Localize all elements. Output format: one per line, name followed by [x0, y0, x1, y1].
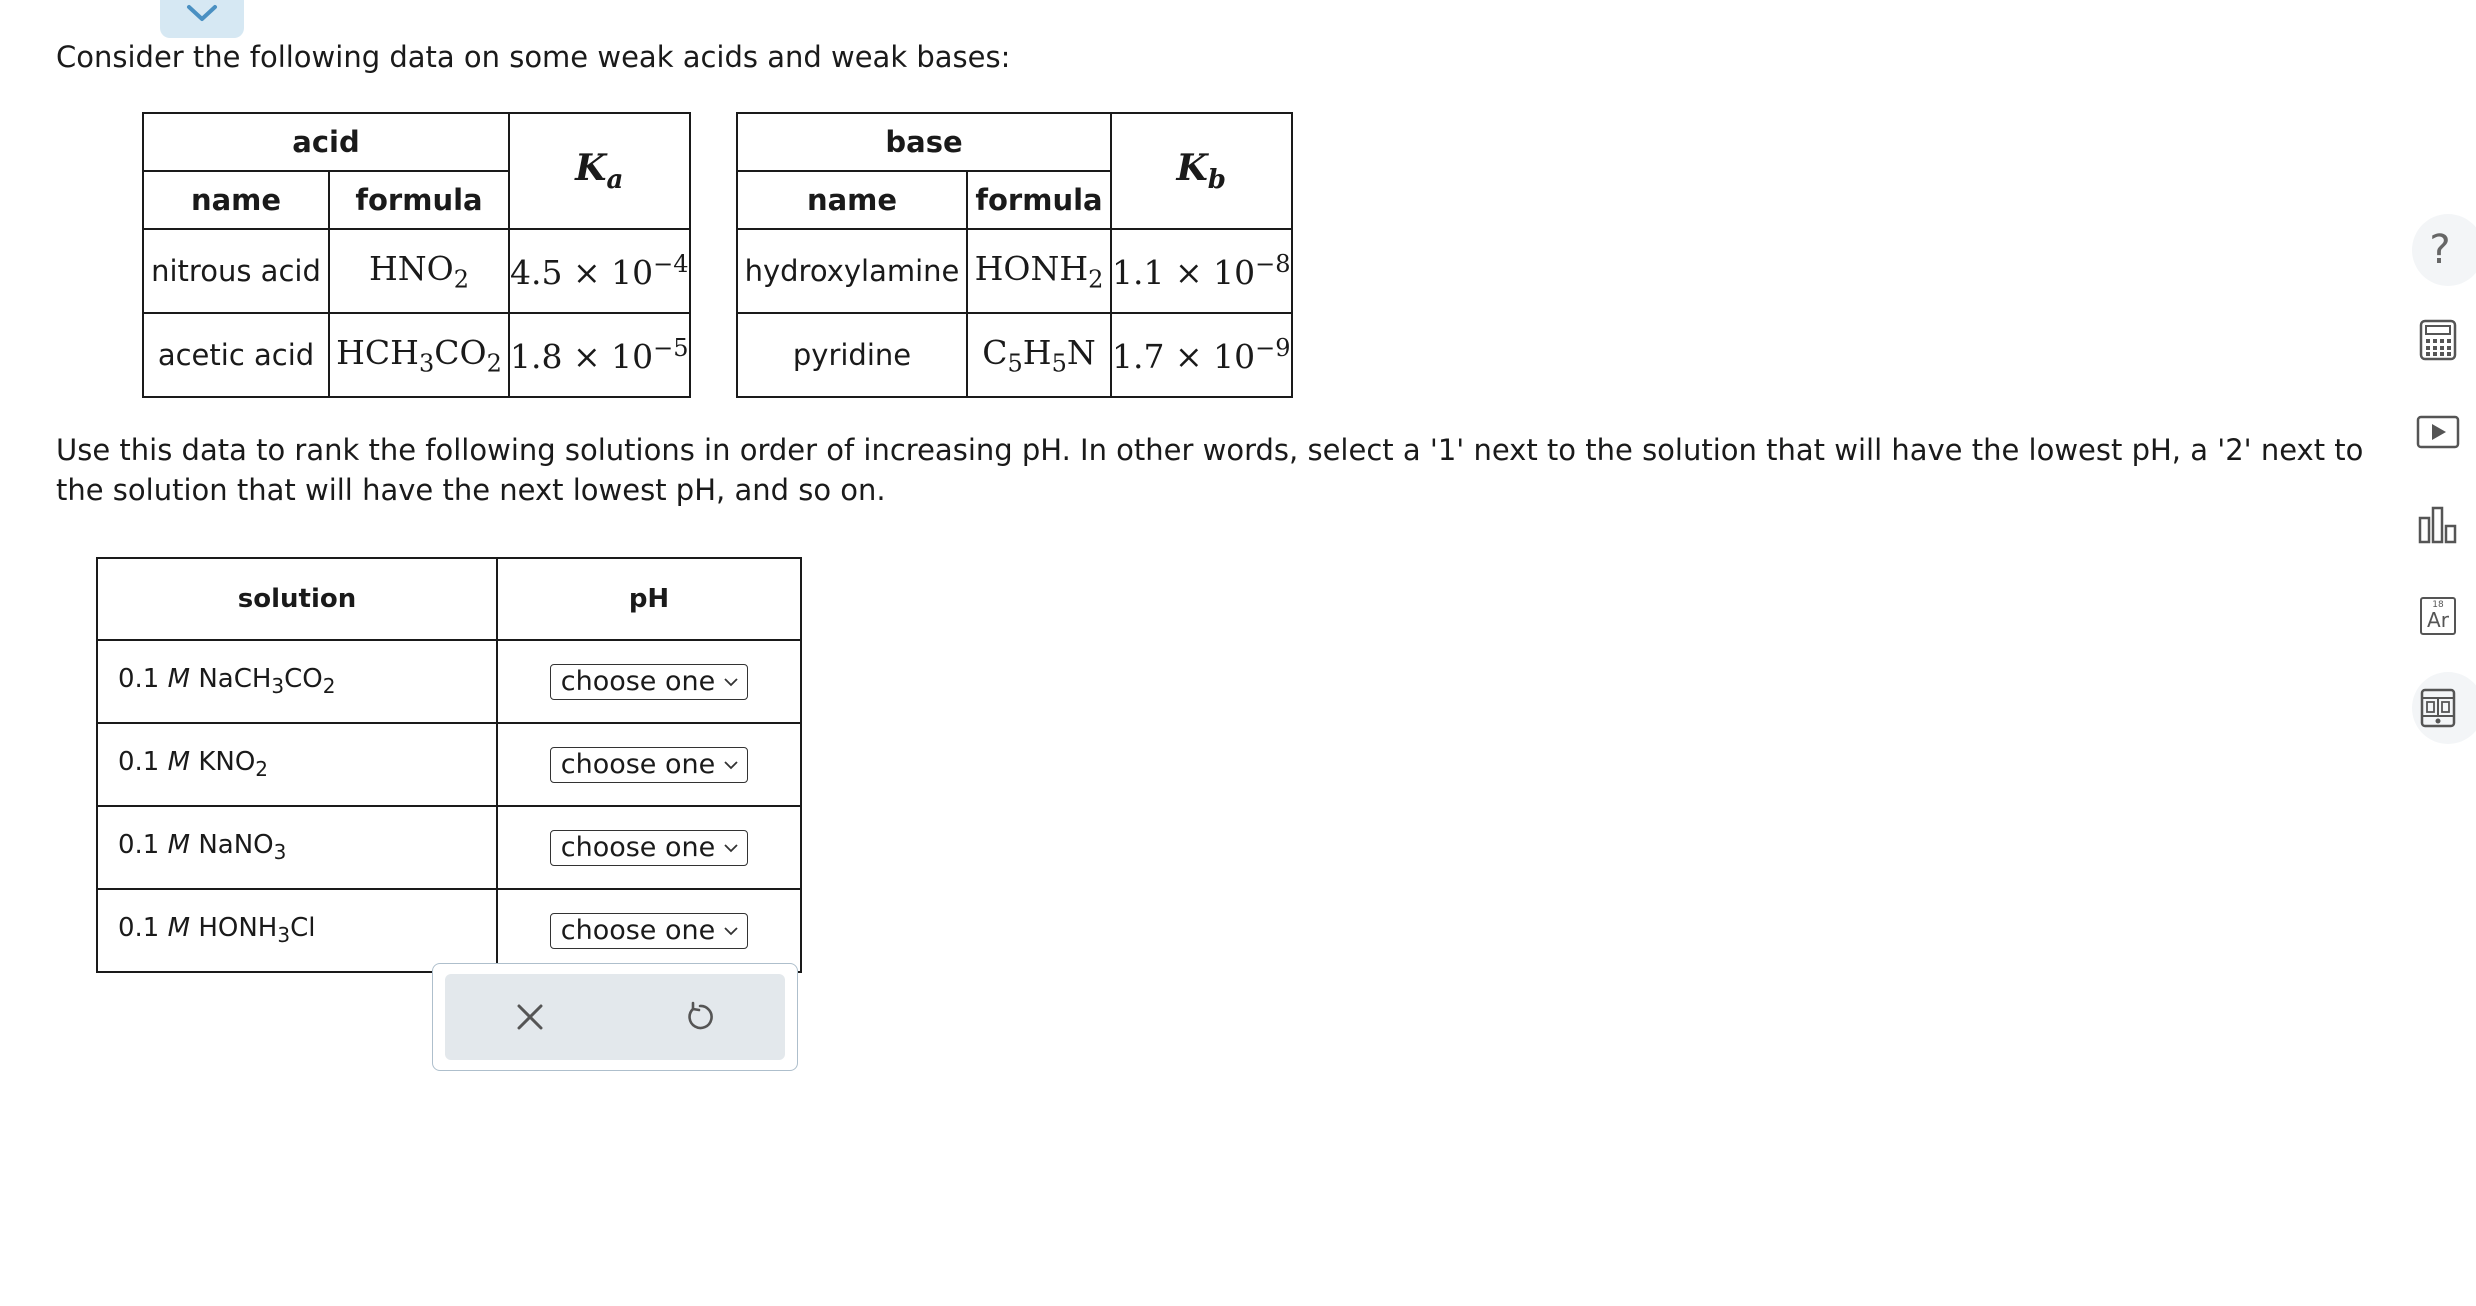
base-name: pyridine [736, 312, 968, 398]
rank-select[interactable]: choose one [549, 829, 749, 866]
solution-label: 0.1 M NaNO3 [96, 805, 498, 890]
chevron-down-icon [724, 760, 738, 769]
chevron-down-icon [724, 677, 738, 686]
acid-formula: HCH3CO2 [328, 312, 510, 398]
ph-cell: choose one [496, 805, 802, 890]
acid-formula-header: formula [328, 170, 510, 230]
base-formula: C5H5N [966, 312, 1112, 398]
ph-header: pH [496, 557, 802, 641]
chart-button[interactable] [2412, 488, 2476, 560]
acid-row: nitrous acid HNO2 4.5 × 10−4 [142, 228, 691, 314]
video-icon [2416, 415, 2460, 449]
video-button[interactable] [2412, 396, 2476, 468]
calculator-button[interactable] [2412, 304, 2476, 376]
table-row: 0.1 M NaNO3 choose one [96, 805, 802, 890]
acid-name-header: name [142, 170, 330, 230]
data-reference-button[interactable] [2412, 672, 2476, 744]
undo-button[interactable] [670, 987, 730, 1047]
ph-cell: choose one [496, 722, 802, 807]
help-button[interactable]: ? [2412, 214, 2476, 286]
solution-label: 0.1 M KNO2 [96, 722, 498, 807]
clear-button[interactable] [500, 987, 560, 1047]
periodic-table-button[interactable]: 18 Ar [2412, 580, 2476, 652]
answer-action-panel [432, 963, 798, 1071]
data-reference-icon [2420, 688, 2456, 728]
acid-row: acetic acid HCH3CO2 1.8 × 10−5 [142, 312, 691, 398]
chevron-down-icon [724, 926, 738, 935]
acid-name: nitrous acid [142, 228, 330, 314]
chevron-down-icon [187, 5, 217, 21]
solution-header: solution [96, 557, 498, 641]
ph-cell: choose one [496, 639, 802, 724]
rank-select[interactable]: choose one [549, 912, 749, 949]
kb-header: Kb [1110, 112, 1293, 230]
rank-select[interactable]: choose one [549, 663, 749, 700]
acid-name: acetic acid [142, 312, 330, 398]
ph-cell: choose one [496, 888, 802, 973]
solution-label: 0.1 M NaCH3CO2 [96, 639, 498, 724]
base-kb-value: 1.7 × 10−9 [1110, 312, 1293, 398]
base-row: pyridine C5H5N 1.7 × 10−9 [736, 312, 1293, 398]
collapse-tab[interactable] [160, 0, 244, 38]
rank-select[interactable]: choose one [549, 746, 749, 783]
base-formula-header: formula [966, 170, 1112, 230]
ka-header: Ka [508, 112, 691, 230]
intro-text: Consider the following data on some weak… [56, 40, 1011, 74]
acid-table: acid Ka name formula nitrous acid HNO2 4… [142, 112, 691, 398]
answer-action-bar [445, 974, 785, 1060]
base-kb-value: 1.1 × 10−8 [1110, 228, 1293, 314]
acid-ka-value: 4.5 × 10−4 [508, 228, 691, 314]
table-row: 0.1 M HONH3Cl choose one [96, 888, 802, 973]
bar-chart-icon [2418, 506, 2457, 544]
base-name: hydroxylamine [736, 228, 968, 314]
acid-formula: HNO2 [328, 228, 510, 314]
acid-group-header: acid [142, 112, 510, 172]
table-row: 0.1 M NaCH3CO2 choose one [96, 639, 802, 724]
base-formula: HONH2 [966, 228, 1112, 314]
undo-icon [688, 1001, 713, 1030]
base-name-header: name [736, 170, 968, 230]
base-row: hydroxylamine HONH2 1.1 × 10−8 [736, 228, 1293, 314]
close-icon [517, 1004, 543, 1030]
instructions-text: Use this data to rank the following solu… [56, 433, 2364, 507]
chevron-down-icon [724, 843, 738, 852]
periodic-table-icon: 18 Ar [2420, 597, 2456, 635]
acid-ka-value: 1.8 × 10−5 [508, 312, 691, 398]
table-row: 0.1 M KNO2 choose one [96, 722, 802, 807]
calculator-icon [2419, 319, 2457, 361]
base-table: base Kb name formula hydroxylamine HONH2… [736, 112, 1293, 398]
base-group-header: base [736, 112, 1112, 172]
help-icon: ? [2429, 227, 2451, 273]
ranking-table: solution pH 0.1 M NaCH3CO2 choose one 0.… [96, 557, 802, 973]
solution-label: 0.1 M HONH3Cl [96, 888, 498, 973]
